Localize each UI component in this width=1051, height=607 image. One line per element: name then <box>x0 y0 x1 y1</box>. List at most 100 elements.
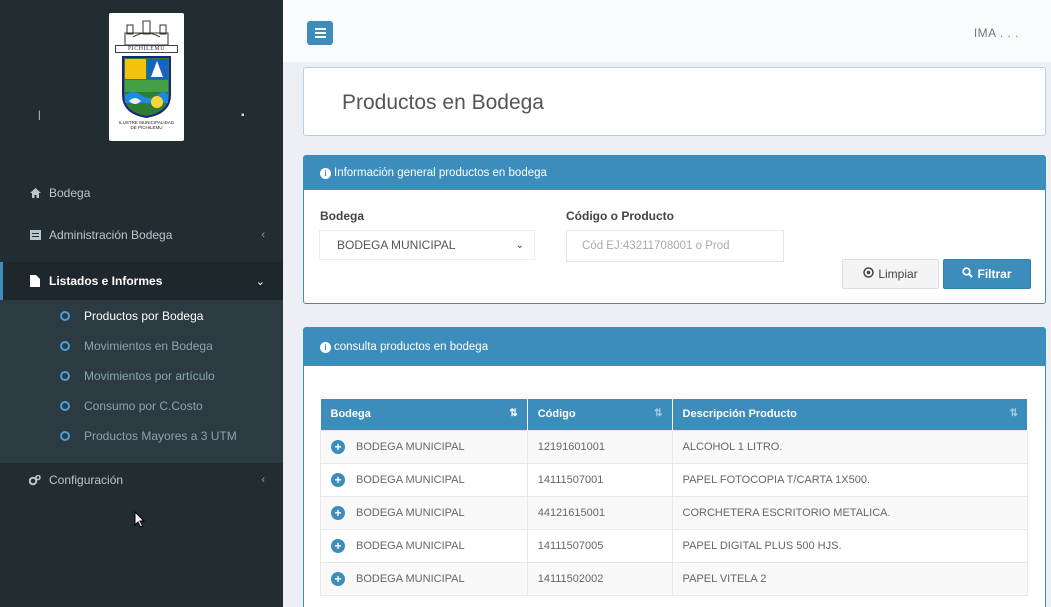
codigo-producto-input[interactable]: Cód EJ:43211708001 o Prod <box>566 230 784 262</box>
cell-bodega-text: BODEGA MUNICIPAL <box>356 572 465 585</box>
sidebar-item-label: Bodega <box>49 186 91 200</box>
results-panel: i consulta productos en bodega Bodega ⇅ C… <box>303 327 1046 607</box>
sidebar-toggle-button[interactable] <box>307 21 333 45</box>
mouse-cursor-icon <box>134 511 146 528</box>
logo-city-name: PICHILEMU <box>115 45 178 53</box>
filter-button-label: Filtrar <box>977 267 1012 281</box>
table-row[interactable]: + BODEGA MUNICIPAL 14111507001 PAPEL FOTO… <box>320 462 1029 497</box>
cell-bodega: + BODEGA MUNICIPAL <box>320 462 528 497</box>
column-header-descripcion[interactable]: Descripción Producto ⇅ <box>672 399 1029 430</box>
sidebar-item-label: Listados e Informes <box>49 274 163 288</box>
table-header-row: Bodega ⇅ Código ⇅ Descripción Producto ⇅ <box>320 399 1029 430</box>
cell-codigo: 14111507001 <box>526 462 673 497</box>
collapsed-mark-right: ▪ <box>241 110 245 121</box>
submenu-item-consumo-por-ccosto[interactable]: Consumo por C.Costo <box>0 391 283 421</box>
cell-bodega-text: BODEGA MUNICIPAL <box>356 506 465 519</box>
chevron-down-icon: ⌄ <box>255 275 265 288</box>
sidebar-item-label: Administración Bodega <box>49 228 173 242</box>
list-box-icon <box>29 229 41 241</box>
chevron-down-icon: ⌄ <box>515 239 524 251</box>
cell-descripcion: PAPEL VITELA 2 <box>671 561 1029 596</box>
sort-icon: ⇅ <box>1009 408 1018 419</box>
collapsed-mark-left: | <box>38 110 41 121</box>
page-title-box: Productos en Bodega <box>303 67 1046 136</box>
table-row[interactable]: + BODEGA MUNICIPAL 44121615001 CORCHETERA… <box>320 495 1029 530</box>
column-header-bodega[interactable]: Bodega ⇅ <box>320 399 528 430</box>
sort-icon: ⇅ <box>654 408 663 419</box>
cell-bodega: + BODEGA MUNICIPAL <box>320 495 528 530</box>
submenu-listados: Productos por Bodega Movimientos en Bode… <box>0 300 283 463</box>
table-row[interactable]: + BODEGA MUNICIPAL 12191601001 ALCOHOL 1 … <box>320 429 1029 464</box>
filter-button[interactable]: Filtrar <box>943 259 1031 289</box>
submenu-item-productos-por-bodega[interactable]: Productos por Bodega <box>0 301 283 331</box>
info-icon: i <box>320 341 331 353</box>
submenu-item-movimientos-en-bodega[interactable]: Movimientos en Bodega <box>0 331 283 361</box>
cell-codigo: 44121615001 <box>526 495 673 530</box>
results-panel-header: i consulta productos en bodega <box>304 328 1045 366</box>
expand-plus-icon[interactable]: + <box>331 439 345 454</box>
hamburger-icon-bar <box>314 28 326 30</box>
expand-plus-icon[interactable]: + <box>331 472 345 487</box>
chevron-left-icon: ‹ <box>261 474 265 486</box>
logo-area: | ▪ PICHILEMU ILUSTRE MUNICIPALIDAD DE P… <box>0 0 283 160</box>
filter-panel-header: i Información general productos en bodeg… <box>304 156 1045 190</box>
results-panel-title: consulta productos en bodega <box>334 341 489 353</box>
cell-descripcion: PAPEL DIGITAL PLUS 500 HJS. <box>671 528 1029 563</box>
submenu-item-label: Movimientos en Bodega <box>84 339 213 353</box>
cell-bodega: + BODEGA MUNICIPAL <box>320 429 528 464</box>
column-header-codigo[interactable]: Código ⇅ <box>527 399 673 430</box>
sidebar-item-listados-informes[interactable]: Listados e Informes ⌄ <box>0 262 283 300</box>
cell-descripcion: PAPEL FOTOCOPIA T/CARTA 1X500. <box>671 462 1029 497</box>
submenu-item-movimientos-por-articulo[interactable]: Movimientos por artículo <box>0 361 283 391</box>
hamburger-icon-bar <box>314 32 326 34</box>
cell-codigo: 14111502002 <box>526 561 673 596</box>
top-navbar: IMA . . . <box>283 0 1051 62</box>
submenu-item-label: Movimientos por artículo <box>84 369 215 383</box>
codigo-producto-label: Código o Producto <box>566 209 674 223</box>
products-table: Bodega ⇅ Código ⇅ Descripción Producto ⇅ + B… <box>320 399 1029 596</box>
sidebar-item-bodega[interactable]: Bodega <box>0 178 283 208</box>
circle-icon <box>60 341 70 351</box>
cell-bodega-text: BODEGA MUNICIPAL <box>356 473 465 486</box>
expand-plus-icon[interactable]: + <box>331 505 345 520</box>
circle-icon <box>60 371 70 381</box>
cell-codigo: 12191601001 <box>526 429 673 464</box>
expand-plus-icon[interactable]: + <box>331 571 345 586</box>
bodega-select-value: BODEGA MUNICIPAL <box>337 238 456 252</box>
circle-icon <box>60 401 70 411</box>
table-row[interactable]: + BODEGA MUNICIPAL 14111502002 PAPEL VITE… <box>320 561 1029 596</box>
submenu-item-label: Productos Mayores a 3 UTM <box>84 429 237 443</box>
column-header-label: Descripción Producto <box>682 408 797 421</box>
sidebar-item-administracion-bodega[interactable]: Administración Bodega ‹ <box>0 220 283 250</box>
home-icon <box>29 187 41 199</box>
circle-icon <box>60 431 70 441</box>
clear-button-label: Limpiar <box>878 267 918 281</box>
sidebar-item-label: Configuración <box>49 473 124 487</box>
bodega-select[interactable]: BODEGA MUNICIPAL ⌄ <box>319 230 535 260</box>
castle-crown-icon <box>124 20 169 46</box>
filter-panel: i Información general productos en bodeg… <box>303 155 1046 304</box>
page-title: Productos en Bodega <box>342 91 544 114</box>
submenu-item-label: Productos por Bodega <box>84 309 204 323</box>
cell-bodega: + BODEGA MUNICIPAL <box>320 528 528 563</box>
chevron-left-icon: ‹ <box>261 229 265 241</box>
shield-icon <box>122 56 171 119</box>
cell-bodega-text: BODEGA MUNICIPAL <box>356 539 465 552</box>
search-icon <box>962 267 974 281</box>
cell-descripcion: ALCOHOL 1 LITRO. <box>671 429 1029 464</box>
table-row[interactable]: + BODEGA MUNICIPAL 14111507005 PAPEL DIGI… <box>320 528 1029 563</box>
cell-codigo: 14111507005 <box>526 528 673 563</box>
logo-caption: ILUSTRE MUNICIPALIDAD DE PICHILEMU <box>111 120 182 130</box>
municipality-logo[interactable]: PICHILEMU ILUSTRE MUNICIPALIDAD DE PICHI… <box>109 13 184 141</box>
circle-icon <box>60 311 70 321</box>
clear-button[interactable]: Limpiar <box>842 259 939 289</box>
sidebar-item-configuracion[interactable]: Configuración ‹ <box>0 465 283 495</box>
column-header-label: Código <box>537 408 576 421</box>
logo-caption-line2: DE PICHILEMU <box>130 125 163 130</box>
user-menu[interactable]: IMA . . . <box>974 26 1019 40</box>
file-icon <box>29 275 41 287</box>
submenu-item-productos-mayores-3utm[interactable]: Productos Mayores a 3 UTM <box>0 421 283 451</box>
expand-plus-icon[interactable]: + <box>331 538 345 553</box>
info-icon: i <box>320 167 331 179</box>
clear-circle-icon <box>863 267 875 281</box>
